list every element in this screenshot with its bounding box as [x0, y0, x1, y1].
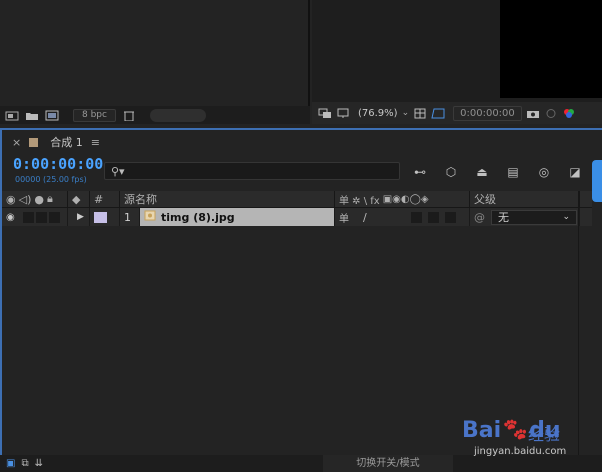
trash-icon[interactable]	[122, 110, 136, 121]
timeline-footer: ▣ ⧉ ⇊ 切换开关/模式	[0, 455, 602, 472]
label-color-cell	[90, 208, 120, 226]
transfer-controls-icon[interactable]: ⧉	[21, 458, 28, 469]
toggle-switches-modes[interactable]: 切换开关/模式	[322, 455, 453, 472]
always-preview-icon[interactable]	[318, 108, 332, 119]
parent-dropdown[interactable]: 无 ⌄	[491, 209, 577, 225]
quality-switch-icon[interactable]: ∕	[363, 211, 367, 224]
watermark-url: jingyan.baidu.com	[474, 446, 567, 457]
graph-editor-icon[interactable]: ◪	[567, 165, 583, 179]
eye-icon: ◉	[6, 192, 16, 206]
comp-color-swatch	[29, 137, 39, 147]
expand-cell: ▶	[68, 208, 90, 226]
project-footer: 8 bpc	[0, 106, 310, 124]
chevron-down-icon[interactable]: ⌄	[402, 108, 410, 118]
timeline-tab[interactable]: × 合成 1 ≡	[2, 130, 602, 154]
shy-layers-icon[interactable]: ⏏	[474, 165, 490, 179]
jingyan-label: 经验	[528, 425, 561, 444]
switches-cell: 单 ∕	[335, 208, 470, 226]
label-color-swatch[interactable]	[94, 211, 107, 223]
layer-search-input[interactable]: ⚲▾	[104, 162, 400, 180]
expand-triangle-icon[interactable]: ▶	[77, 212, 84, 222]
region-of-interest-icon[interactable]	[431, 108, 445, 119]
frame-rate-info: 00000 (25.00 fps)	[15, 175, 87, 184]
camera-icon[interactable]	[526, 108, 540, 119]
layer-name-cell[interactable]: timg (8).jpg	[140, 208, 335, 226]
av-features-cell: ◉	[2, 208, 68, 226]
layer-number: 1	[120, 208, 140, 226]
timeline-toolbar: ⊷ ⬡ ⏏ ▤ ◎ ◪	[412, 162, 583, 182]
color-channels-icon[interactable]	[562, 108, 576, 119]
interpret-footage-icon[interactable]	[5, 110, 19, 121]
chevron-down-icon: ⌄	[562, 212, 570, 222]
image-footage-icon	[144, 210, 156, 224]
parent-header[interactable]: 父级	[470, 190, 580, 208]
zoom-level[interactable]: (76.9%)	[358, 108, 398, 119]
layer-switches-icon[interactable]: ▣	[6, 458, 15, 469]
3d-switch[interactable]	[444, 211, 456, 223]
source-name-header[interactable]: 源名称	[120, 190, 335, 208]
viewer-toolbar: (76.9%) ⌄ 0:00:00:00	[312, 102, 602, 124]
timeline-divider[interactable]	[578, 191, 579, 461]
lock-icon: 🔒︎	[46, 192, 53, 205]
draft-3d-icon[interactable]: ⬡	[443, 165, 459, 179]
composition-flowchart-icon[interactable]: ⊷	[412, 165, 428, 179]
new-folder-icon[interactable]	[25, 110, 39, 121]
number-header: #	[90, 190, 120, 208]
tag-icon: ◆	[72, 192, 81, 206]
tab-menu-icon[interactable]: ≡	[91, 136, 100, 149]
show-snapshot-icon[interactable]	[544, 108, 558, 119]
parent-cell: @ 无 ⌄	[470, 208, 580, 226]
current-time-display[interactable]: 0:00:00:00	[13, 155, 103, 173]
adjustment-switch[interactable]	[427, 211, 439, 223]
frame-blending-icon[interactable]: ▤	[505, 165, 521, 179]
label-header: ◆	[68, 190, 90, 208]
solo-toggle[interactable]	[35, 211, 47, 223]
in-out-icon[interactable]: ⇊	[35, 458, 43, 469]
motion-blur-icon[interactable]: ◎	[536, 165, 552, 179]
lock-toggle[interactable]	[48, 211, 60, 223]
audio-toggle[interactable]	[22, 211, 34, 223]
solo-icon: ●	[34, 192, 44, 206]
time-indicator-handle[interactable]	[592, 160, 602, 202]
search-icon: ⚲▾	[111, 164, 125, 178]
layer-column-header: ◉ ◁) ● 🔒︎ ◆ # 源名称 单 ✲ \ fx ▣◉◐◯◈ 父级	[2, 190, 592, 208]
blend-switch[interactable]	[410, 211, 422, 223]
viewer-timecode[interactable]: 0:00:00:00	[453, 105, 522, 121]
pickwhip-icon[interactable]: @	[474, 211, 485, 224]
visibility-eye-icon[interactable]: ◉	[6, 212, 15, 223]
bit-depth-button[interactable]: 8 bpc	[73, 108, 116, 122]
switches-header: 单 ✲ \ fx ▣◉◐◯◈	[335, 190, 470, 208]
safe-margins-icon[interactable]	[413, 108, 427, 119]
close-icon[interactable]: ×	[12, 136, 21, 149]
layer-name[interactable]: timg (8).jpg	[161, 211, 235, 224]
switch-icons: ▣◉◐◯◈	[382, 193, 429, 205]
tab-title[interactable]: 合成 1	[50, 134, 83, 150]
project-scroll-track[interactable]	[149, 108, 206, 122]
table-row[interactable]: ◉ ▶ 1 timg (8).jpg 单 ∕ @ 无 ⌄	[2, 208, 592, 226]
shy-switch-icon[interactable]: 单	[339, 210, 349, 225]
av-features-header: ◉ ◁) ● 🔒︎	[2, 190, 68, 208]
monitor-icon[interactable]	[336, 108, 350, 119]
audio-icon: ◁)	[18, 192, 32, 206]
new-comp-icon[interactable]	[45, 110, 59, 121]
viewer-canvas	[500, 0, 602, 98]
